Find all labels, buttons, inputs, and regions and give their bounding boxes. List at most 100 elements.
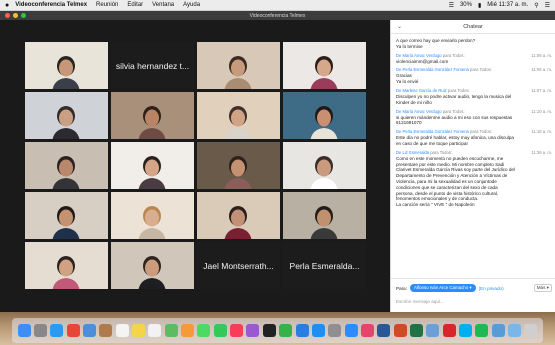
numbers-icon[interactable] [279, 324, 293, 337]
participant-video-silhouette [310, 106, 338, 139]
apple-icon[interactable]: ● [5, 2, 9, 9]
participant-tile[interactable] [197, 192, 280, 239]
wifi-icon[interactable]: ☰ [449, 2, 454, 9]
recipient-dropdown[interactable]: Alfonso Iván Arce Camacho ▾ [409, 284, 476, 292]
facetime-icon[interactable] [213, 324, 227, 337]
menu-app-name[interactable]: Videoconferencia Telmex [15, 2, 87, 8]
menu-editar[interactable]: Editar [127, 2, 143, 8]
preview-icon[interactable] [426, 324, 440, 337]
powerpoint-icon[interactable] [393, 324, 407, 337]
minimize-window-button[interactable] [13, 13, 18, 18]
chat-timestamp: 11:06 a. m. [531, 52, 552, 58]
settings-icon[interactable] [328, 324, 342, 337]
chat-sender: De María Amac Verdugo para Todos: [396, 52, 465, 58]
to-label: Para: [396, 285, 407, 291]
chat-timestamp: 11:36 a. m. [531, 149, 552, 155]
chat-message-meta: De Perla Esmeralda González Fomena para … [396, 129, 552, 134]
maps-icon[interactable] [164, 324, 178, 337]
chat-message-meta: De María Amac Verdugo para Todos: 11:10 a… [396, 109, 552, 114]
folder-icon[interactable] [507, 324, 521, 337]
participant-tile[interactable] [25, 192, 108, 239]
reminders-icon[interactable] [148, 324, 162, 337]
participant-tile[interactable] [283, 42, 366, 89]
participant-tile[interactable]: Jael Montserrath... [197, 242, 280, 289]
music-icon[interactable] [230, 324, 244, 337]
participant-tile[interactable] [283, 142, 366, 189]
notification-center-icon[interactable]: ☰ [545, 2, 550, 9]
chat-message-text: 6121691070 [396, 120, 422, 126]
participant-tile[interactable]: silvia hernandez t... [111, 42, 194, 89]
participant-tile[interactable] [197, 142, 280, 189]
participant-tile[interactable] [25, 242, 108, 289]
participant-tile[interactable] [25, 92, 108, 139]
tv-icon[interactable] [262, 324, 276, 337]
notes-icon[interactable] [132, 324, 146, 337]
word-icon[interactable] [377, 324, 391, 337]
chat-recipient: para Todos: [442, 52, 465, 58]
chat-timestamp: 11:07 a. m. [531, 87, 552, 93]
keynote-icon[interactable] [295, 324, 309, 337]
chat-message-text: Ya lo envié [396, 79, 419, 85]
acrobat-icon[interactable] [442, 324, 456, 337]
chat-message-meta: De Marlene García de Ruiz para Todos: 11:… [396, 88, 552, 93]
battery-level[interactable]: 30% [460, 2, 472, 8]
chat-message: De María Amac Verdugo para Todos: 11:06 a… [396, 53, 552, 65]
participant-name: Jael Montserrath... [203, 260, 274, 271]
participant-tile[interactable] [25, 42, 108, 89]
chevron-down-icon[interactable]: ⌄ [397, 23, 402, 30]
skype-icon[interactable] [458, 324, 472, 337]
participant-tile[interactable] [197, 92, 280, 139]
window-title: Videoconferencia Telmex [249, 12, 306, 19]
chat-recipient: para Todos: [430, 149, 453, 155]
launchpad-icon[interactable] [34, 324, 48, 337]
menu-ayuda[interactable]: Ayuda [183, 2, 200, 8]
desktop-background [0, 312, 555, 345]
fullscreen-window-button[interactable] [21, 13, 26, 18]
more-button[interactable]: Más ▾ [533, 284, 552, 292]
chat-recipient: para Todos: [442, 108, 465, 114]
menu-ventana[interactable]: Ventana [152, 2, 174, 8]
itunes-icon[interactable] [360, 324, 374, 337]
mail-icon[interactable] [83, 324, 97, 337]
clock[interactable]: Mié 11:37 a. m. [487, 2, 528, 8]
chat-sender: De Perla Esmeralda González Fomena para … [396, 129, 492, 135]
participant-tile[interactable] [197, 42, 280, 89]
chat-message-text: Ya lo termine [396, 43, 423, 49]
participant-tile[interactable] [283, 92, 366, 139]
chat-timestamp: 11:06 a. m. [531, 67, 552, 73]
participant-video-silhouette [310, 206, 338, 239]
participant-tile[interactable] [111, 242, 194, 289]
chat-recipient: para Todos: [470, 129, 492, 135]
participant-tile[interactable] [111, 92, 194, 139]
downloads-icon[interactable] [491, 324, 505, 337]
status-area: ☰ 30% ▮ Mié 11:37 a. m. ⚲ ☰ [443, 2, 555, 9]
contacts-icon[interactable] [99, 324, 113, 337]
participant-video-silhouette [138, 156, 166, 189]
chrome-icon[interactable] [66, 324, 80, 337]
podcasts-icon[interactable] [246, 324, 260, 337]
appstore-icon[interactable] [311, 324, 325, 337]
messages-icon[interactable] [197, 324, 211, 337]
trash-icon[interactable] [524, 324, 538, 337]
participant-tile[interactable] [111, 142, 194, 189]
zoom-icon[interactable] [344, 324, 358, 337]
calendar-icon[interactable] [115, 324, 129, 337]
excel-icon[interactable] [409, 324, 423, 337]
spotify-icon[interactable] [475, 324, 489, 337]
participant-video-silhouette [138, 256, 166, 289]
photos-icon[interactable] [181, 324, 195, 337]
participant-video-silhouette [52, 156, 80, 189]
menu-reunion[interactable]: Reunión [96, 2, 118, 8]
chat-message: De Perla Esmeralda González Fomena para … [396, 129, 552, 147]
participant-tile[interactable]: Perla Esmeralda... [283, 242, 366, 289]
spotlight-icon[interactable]: ⚲ [534, 2, 538, 9]
participant-tile[interactable] [283, 192, 366, 239]
safari-icon[interactable] [50, 324, 64, 337]
participant-tile[interactable] [111, 192, 194, 239]
menu-bar: ● Videoconferencia Telmex Reunión Editar… [0, 0, 555, 11]
close-window-button[interactable] [5, 13, 10, 18]
finder-icon[interactable] [17, 324, 31, 337]
chat-message-input[interactable]: Escribir mensaje aquí... [396, 297, 551, 306]
participant-tile[interactable] [25, 142, 108, 189]
chat-sender: De Perla Esmeralda González Fomena para … [396, 67, 492, 73]
